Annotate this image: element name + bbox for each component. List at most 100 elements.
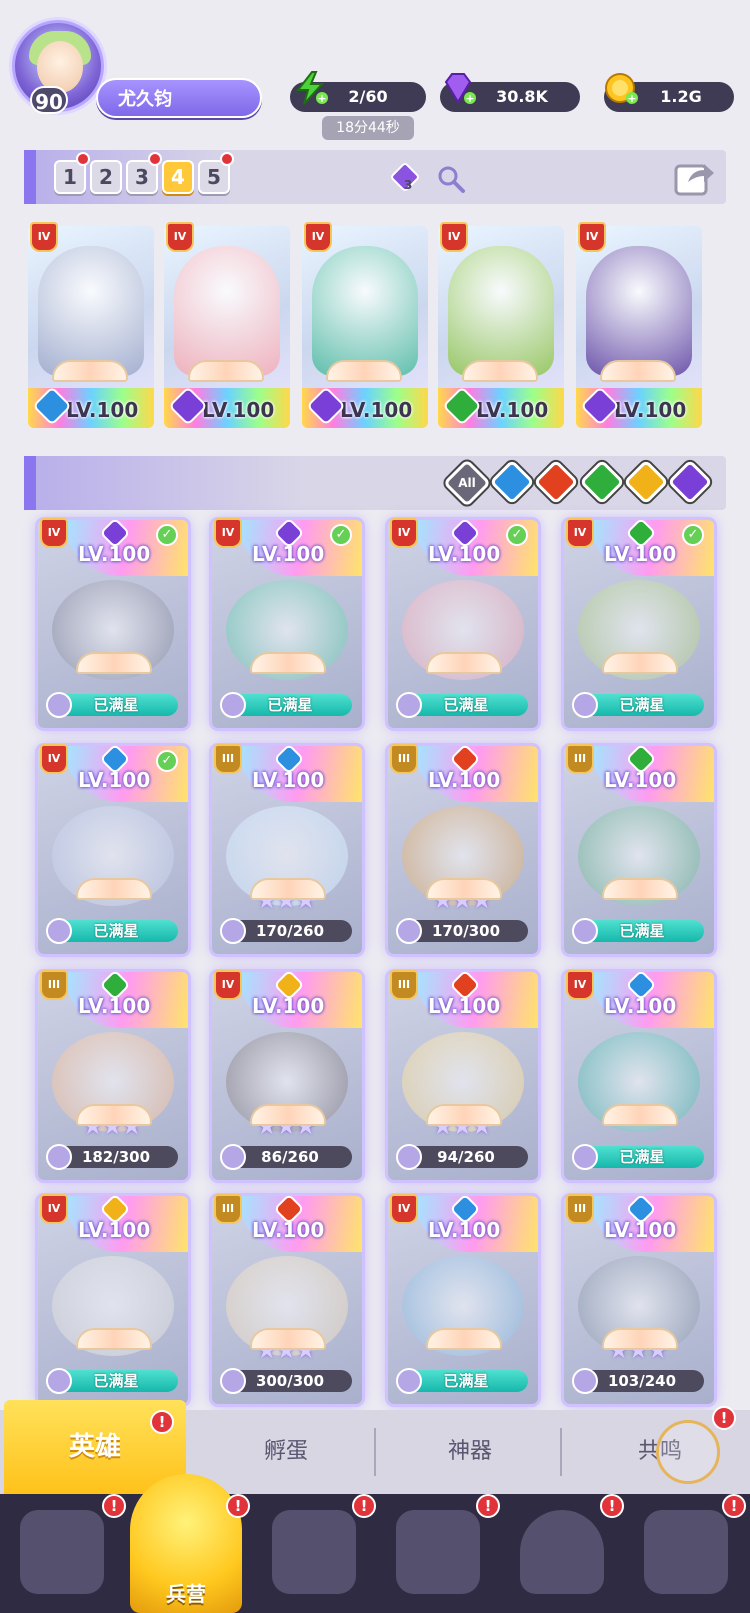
hero-card[interactable]: LV.100 已满星 bbox=[212, 520, 362, 728]
nav-cards-icon[interactable] bbox=[20, 1510, 104, 1594]
nav-alert: ! bbox=[352, 1494, 376, 1518]
tab-hatch[interactable]: 孵蛋 bbox=[196, 1410, 376, 1494]
hero-progress: 已满星 bbox=[46, 918, 178, 944]
soul-icon bbox=[220, 918, 246, 944]
hero-card[interactable]: LV.100 ★★★ 170/300 bbox=[388, 746, 538, 954]
soul-icon bbox=[396, 692, 422, 718]
tier-badge: III bbox=[214, 1194, 242, 1224]
soul-icon bbox=[46, 692, 72, 718]
hero-progress: 已满星 bbox=[220, 692, 352, 718]
hero-progress: 已满星 bbox=[572, 1144, 704, 1170]
energy-timer: 18分44秒 bbox=[322, 116, 414, 140]
soul-icon bbox=[220, 1144, 246, 1170]
hero-card[interactable]: LV.100 ★★★ 300/300 bbox=[212, 1196, 362, 1404]
hero-level: LV.100 bbox=[614, 398, 687, 422]
player-level: 90 bbox=[30, 86, 68, 114]
tier-badge: III bbox=[566, 1194, 594, 1224]
star-wings-emblem bbox=[250, 652, 326, 674]
filter-all-label: All bbox=[458, 476, 476, 490]
hero-card[interactable]: LV.100 ★★★ 182/300 bbox=[38, 972, 188, 1180]
tier-badge: IV bbox=[40, 744, 68, 774]
hero-card[interactable]: LV.100 已满星 bbox=[38, 520, 188, 728]
hero-progress: 300/300 bbox=[220, 1368, 352, 1394]
hero-card[interactable]: LV.100 ★★★ 86/260 bbox=[212, 972, 362, 1180]
star-wings-emblem bbox=[76, 878, 152, 900]
hero-progress: 170/260 bbox=[220, 918, 352, 944]
nav-castle-icon[interactable] bbox=[396, 1510, 480, 1594]
energy-icon: + bbox=[295, 71, 328, 105]
hero-progress: 已满星 bbox=[396, 1368, 528, 1394]
hero-progress: 已满星 bbox=[46, 692, 178, 718]
hero-level: LV.100 bbox=[202, 398, 275, 422]
nav-guild-banner-icon[interactable] bbox=[644, 1510, 728, 1594]
hero-card[interactable]: LV.100 ★★★ 170/260 bbox=[212, 746, 362, 954]
energy-value: 2/60 bbox=[348, 87, 388, 106]
gold-value: 1.2G bbox=[660, 87, 702, 106]
star-wings-emblem bbox=[462, 360, 538, 382]
team-slot-4[interactable]: 4 bbox=[162, 160, 194, 194]
soul-icon bbox=[572, 692, 598, 718]
nav-alert: ! bbox=[102, 1494, 126, 1518]
hero-progress-text: 已满星 bbox=[619, 696, 665, 714]
svg-text:+: + bbox=[465, 92, 474, 105]
hero-progress: 94/260 bbox=[396, 1144, 528, 1170]
hero-card[interactable]: LV.100 ★★★ 103/240 bbox=[564, 1196, 714, 1404]
hero-card[interactable]: LV.100 已满星 bbox=[564, 520, 714, 728]
team-slot-2[interactable]: 2 bbox=[90, 160, 122, 194]
tier-badge: IV bbox=[30, 222, 58, 252]
check-icon: ✓ bbox=[506, 524, 528, 546]
hero-portrait bbox=[586, 246, 692, 376]
soul-icon bbox=[572, 1144, 598, 1170]
hero-progress: 已满星 bbox=[572, 692, 704, 718]
hero-card[interactable]: LV.100 已满星 bbox=[38, 1196, 188, 1404]
nav-map-icon[interactable] bbox=[272, 1510, 356, 1594]
hero-progress-text: 已满星 bbox=[619, 1148, 665, 1166]
hero-card[interactable]: LV.100 ★★★ 94/260 bbox=[388, 972, 538, 1180]
hero-progress-text: 已满星 bbox=[267, 696, 313, 714]
hero-card[interactable]: LV.100 已满星 bbox=[564, 972, 714, 1180]
hero-progress: 103/240 bbox=[572, 1368, 704, 1394]
star-wings-emblem bbox=[76, 1104, 152, 1126]
star-wings-emblem bbox=[250, 1328, 326, 1350]
nav-alert: ! bbox=[722, 1494, 746, 1518]
tier-badge: IV bbox=[390, 1194, 418, 1224]
floating-action-button[interactable] bbox=[656, 1420, 720, 1484]
hero-progress: 已满星 bbox=[572, 918, 704, 944]
soul-icon bbox=[396, 918, 422, 944]
player-name[interactable]: 尤久钧 bbox=[96, 78, 262, 118]
star-wings-emblem bbox=[76, 652, 152, 674]
tier-badge: III bbox=[40, 970, 68, 1000]
hero-progress: 已满星 bbox=[46, 1368, 178, 1394]
tab-artifacts[interactable]: 神器 bbox=[380, 1410, 560, 1494]
check-icon: ✓ bbox=[330, 524, 352, 546]
hero-card[interactable]: LV.100 已满星 bbox=[388, 1196, 538, 1404]
soul-icon bbox=[220, 692, 246, 718]
star-wings-emblem bbox=[602, 878, 678, 900]
star-wings-emblem bbox=[426, 1104, 502, 1126]
hero-portrait bbox=[312, 246, 418, 376]
team-slot-alert bbox=[76, 152, 90, 166]
search-icon[interactable] bbox=[436, 164, 466, 194]
share-icon[interactable] bbox=[672, 156, 716, 198]
hero-portrait bbox=[38, 246, 144, 376]
tier-badge: IV bbox=[578, 222, 606, 252]
nav-shop-icon[interactable] bbox=[520, 1510, 604, 1594]
hero-card[interactable]: LV.100 已满星 bbox=[38, 746, 188, 954]
star-wings-emblem bbox=[326, 360, 402, 382]
soul-icon bbox=[46, 918, 72, 944]
star-wings-emblem bbox=[602, 652, 678, 674]
soul-icon bbox=[220, 1368, 246, 1394]
hero-level: LV.100 bbox=[476, 398, 549, 422]
star-wings-emblem bbox=[76, 1328, 152, 1350]
tab-divider bbox=[560, 1428, 562, 1476]
star-wings-emblem bbox=[602, 1328, 678, 1350]
hero-portrait bbox=[448, 246, 554, 376]
hero-card[interactable]: LV.100 已满星 bbox=[564, 746, 714, 954]
hero-card[interactable]: LV.100 已满星 bbox=[388, 520, 538, 728]
soul-icon bbox=[46, 1144, 72, 1170]
hero-progress-text: 170/260 bbox=[255, 922, 325, 940]
star-wings-emblem bbox=[250, 1104, 326, 1126]
tier-badge: IV bbox=[214, 518, 242, 548]
nav-barracks-label: 兵营 bbox=[166, 1582, 206, 1606]
tier-badge: IV bbox=[566, 970, 594, 1000]
